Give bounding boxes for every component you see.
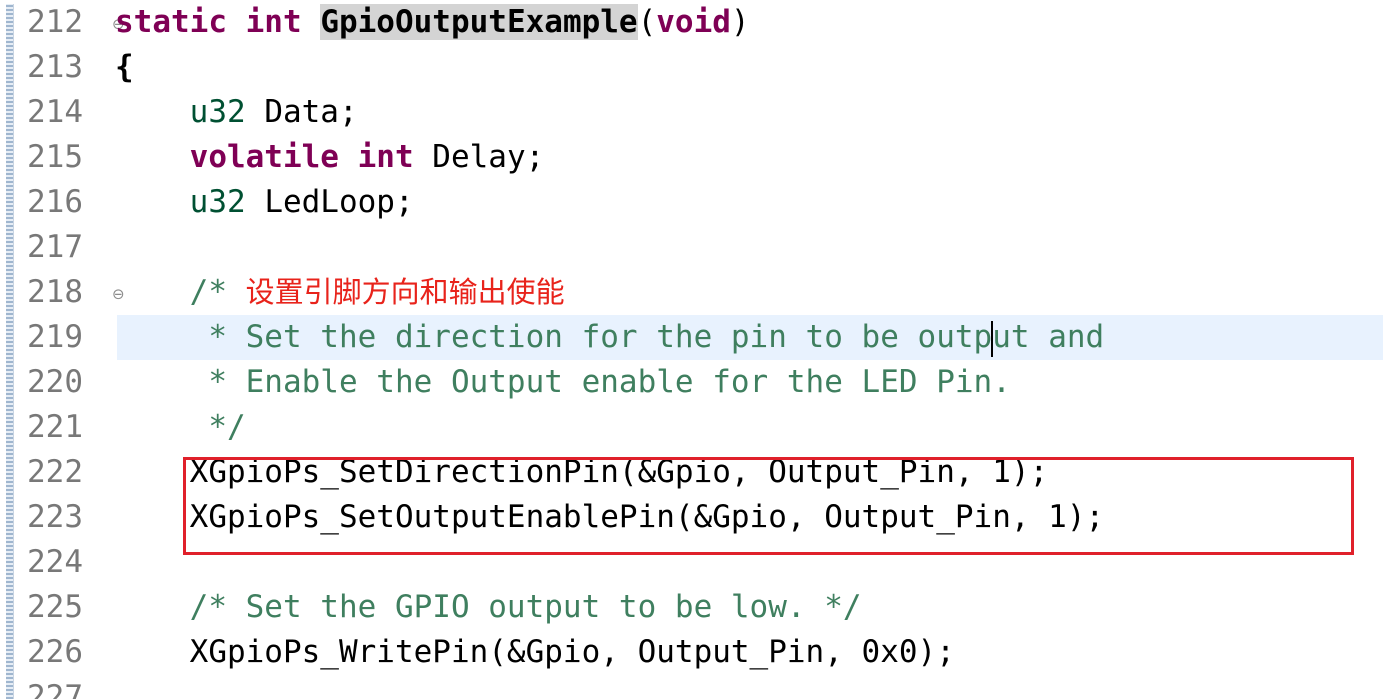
line-number: 226	[27, 634, 83, 670]
code-line[interactable]: 226 XGpioPs_WritePin(&Gpio, Output_Pin, …	[0, 630, 1383, 675]
code-line[interactable]: 212 ⊖ static int GpioOutputExample(void)	[0, 0, 1383, 45]
code-token: XGpioPs_WritePin(&Gpio, Output_Pin, 0x0)…	[115, 634, 955, 670]
code-token: * Enable the Output enable for the LED P…	[115, 364, 1011, 400]
code-token: Data;	[245, 94, 358, 130]
code-text[interactable]: /* Set the GPIO output to be low. */	[115, 585, 862, 630]
code-token: ut and	[992, 319, 1105, 355]
code-text[interactable]: */	[115, 405, 246, 450]
code-text[interactable]: XGpioPs_WritePin(&Gpio, Output_Pin, 0x0)…	[115, 630, 955, 675]
code-line[interactable]: 227	[0, 675, 1383, 699]
code-line[interactable]: 216 u32 LedLoop;	[0, 180, 1383, 225]
code-text[interactable]: volatile int Delay;	[115, 135, 545, 180]
code-token: volatile int	[115, 139, 414, 175]
code-token: 设置引脚方向和输出使能	[245, 275, 565, 309]
code-token: Delay;	[413, 139, 545, 175]
code-token: u32	[115, 184, 246, 220]
code-token: {	[115, 49, 134, 85]
code-text[interactable]: u32 Data;	[115, 90, 358, 135]
code-token: /*	[115, 274, 246, 310]
line-number: 214	[27, 94, 83, 130]
code-token: GpioOutputExample	[320, 4, 638, 40]
code-line[interactable]: 220 * Enable the Output enable for the L…	[0, 360, 1383, 405]
code-text[interactable]: {	[115, 45, 134, 90]
code-token: */	[115, 409, 246, 445]
line-number: 225	[27, 589, 83, 625]
code-token: void	[656, 4, 731, 40]
code-line[interactable]: 215 volatile int Delay;	[0, 135, 1383, 180]
code-token: u32	[115, 94, 246, 130]
line-number: 216	[27, 184, 83, 220]
line-number: 213	[27, 49, 83, 85]
code-text[interactable]: static int GpioOutputExample(void)	[115, 0, 750, 45]
code-line[interactable]: 219 * Set the direction for the pin to b…	[27, 315, 1383, 360]
code-line[interactable]: 213 {	[0, 45, 1383, 90]
line-number: 221	[27, 409, 83, 445]
code-line[interactable]: 214 u32 Data;	[0, 90, 1383, 135]
code-line[interactable]: 221 */	[0, 405, 1383, 450]
code-editor[interactable]: 212 ⊖ static int GpioOutputExample(void) 21…	[0, 0, 1383, 699]
annotation-highlight-box	[183, 457, 1354, 555]
code-text[interactable]: u32 LedLoop;	[115, 180, 414, 225]
line-number: 227	[27, 679, 83, 699]
code-token: (	[637, 4, 657, 40]
code-token: static int	[115, 4, 321, 40]
line-number: 219	[27, 319, 83, 355]
line-number: 222	[27, 454, 83, 490]
line-number: 215	[27, 139, 83, 175]
line-number: 218 ⊖	[27, 270, 125, 315]
code-text[interactable]: * Enable the Output enable for the LED P…	[115, 360, 1011, 405]
code-line[interactable]: 217	[0, 225, 1383, 270]
code-token: LedLoop;	[245, 184, 414, 220]
line-number: 212 ⊖	[27, 0, 125, 45]
line-number: 223	[27, 499, 83, 535]
code-token: )	[730, 4, 750, 40]
code-text[interactable]: * Set the direction for the pin to be ou…	[115, 315, 1104, 360]
line-number: 220	[27, 364, 83, 400]
code-line[interactable]: 225 /* Set the GPIO output to be low. */	[0, 585, 1383, 630]
code-token: * Set the direction for the pin to be ou…	[115, 319, 993, 355]
code-text[interactable]: /* 设置引脚方向和输出使能	[115, 270, 565, 315]
line-number: 217	[27, 229, 83, 265]
line-number: 224	[27, 544, 83, 580]
code-token: /* Set the GPIO output to be low. */	[115, 589, 862, 625]
code-line[interactable]: 218 ⊖ /* 设置引脚方向和输出使能	[0, 270, 1383, 315]
